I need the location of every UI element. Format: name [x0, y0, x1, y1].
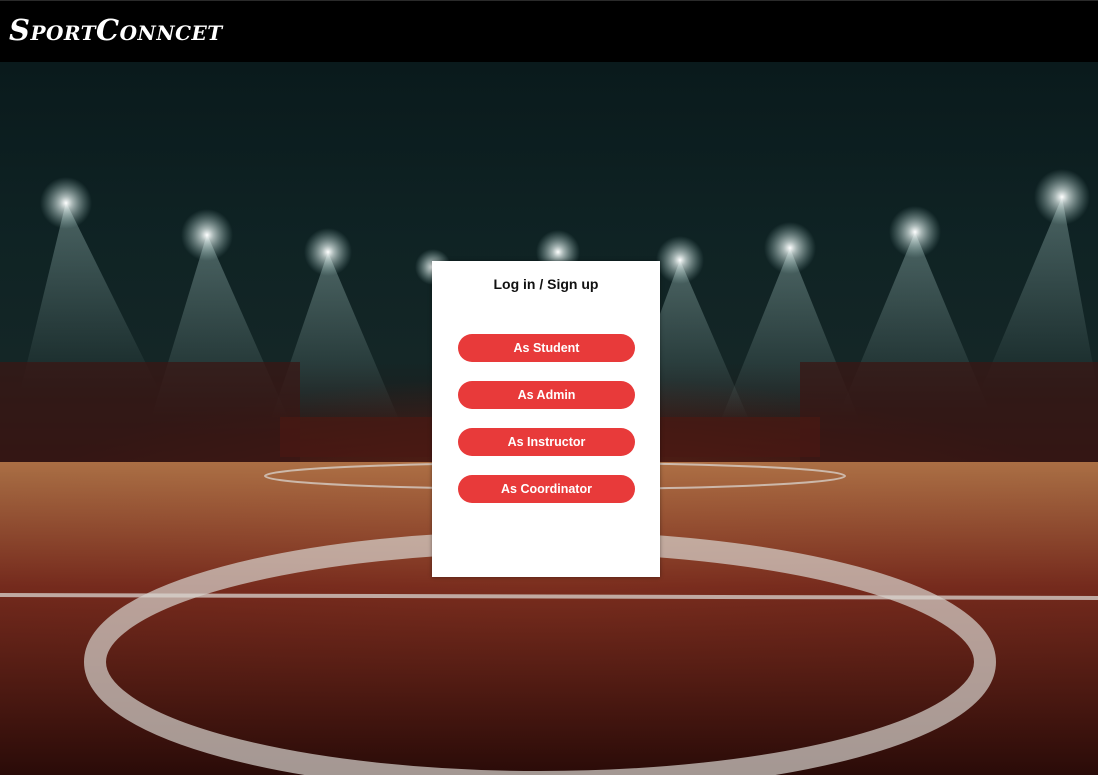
as-instructor-button[interactable]: As Instructor	[458, 428, 635, 456]
as-coordinator-button[interactable]: As Coordinator	[458, 475, 635, 503]
brand-logo[interactable]: SportConncet	[9, 10, 223, 50]
as-student-button[interactable]: As Student	[458, 334, 635, 362]
login-signup-modal: Log in / Sign up As Student As Admin As …	[432, 261, 660, 577]
top-navigation-bar: SportConncet	[0, 0, 1098, 62]
modal-title: Log in / Sign up	[493, 276, 599, 292]
as-admin-button[interactable]: As Admin	[458, 381, 635, 409]
